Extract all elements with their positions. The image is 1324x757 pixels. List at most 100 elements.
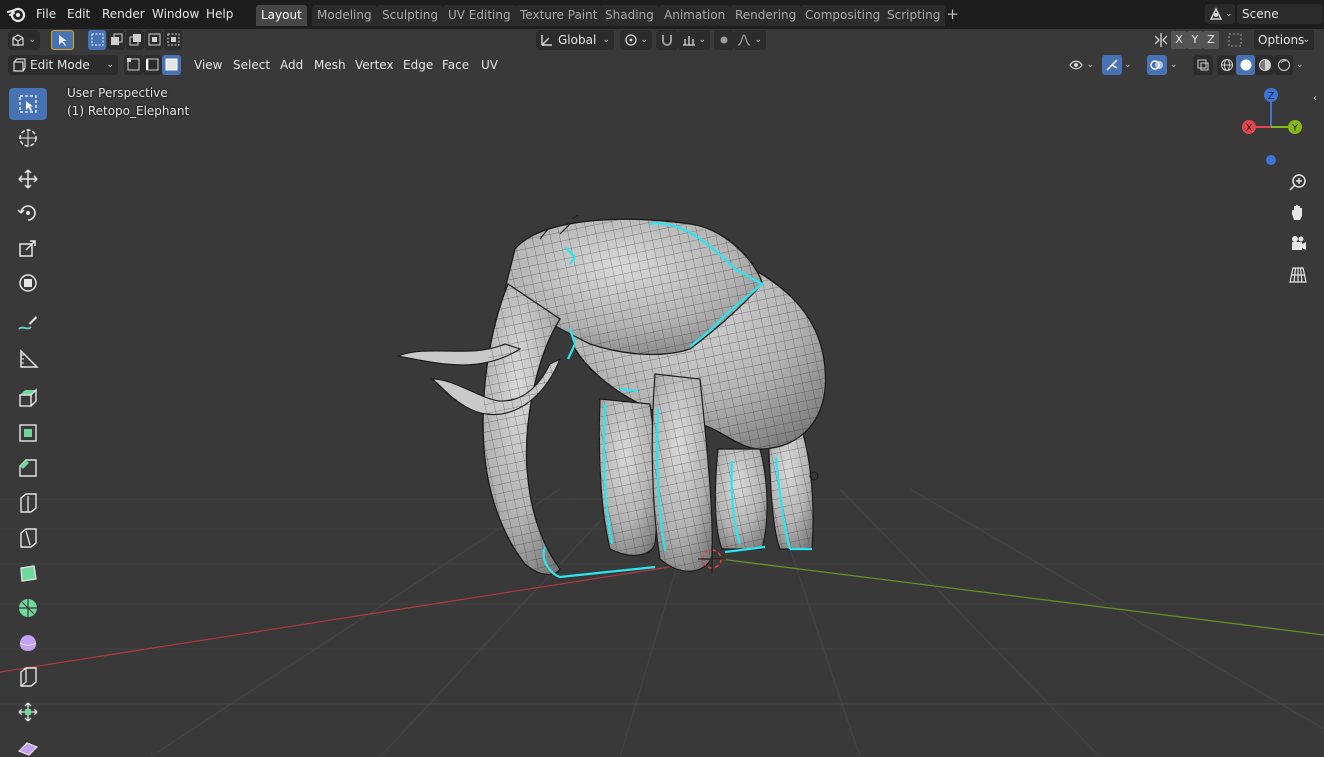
- menu-face[interactable]: Face: [437, 55, 474, 75]
- menu-file[interactable]: File: [32, 5, 60, 23]
- menu-vertex[interactable]: Vertex: [350, 55, 399, 75]
- select-mode-extend-button[interactable]: [107, 30, 125, 50]
- shading-rendered-button[interactable]: [1274, 55, 1293, 75]
- tab-rendering[interactable]: Rendering: [730, 5, 802, 26]
- top-bar: File Edit Render Window Help Layout Mode…: [0, 0, 1324, 29]
- tab-modeling[interactable]: Modeling: [312, 5, 377, 26]
- face-select-mode-button[interactable]: [162, 55, 181, 75]
- chevron-down-icon[interactable]: ⌄: [1124, 55, 1132, 75]
- tool-scale[interactable]: [9, 232, 47, 264]
- tool-poly-build[interactable]: [9, 557, 47, 589]
- overlays-toggle-button[interactable]: [1147, 55, 1167, 75]
- menu-help[interactable]: Help: [202, 5, 237, 23]
- loop-cut-icon: [20, 493, 37, 513]
- tab-uv-editing[interactable]: UV Editing: [443, 5, 516, 26]
- proportional-editing-button[interactable]: [714, 30, 734, 50]
- menu-edge[interactable]: Edge: [398, 55, 438, 75]
- tool-edge-slide[interactable]: [9, 661, 47, 693]
- select-mode-intersect-button[interactable]: [164, 30, 182, 50]
- blender-logo-icon[interactable]: [7, 5, 27, 23]
- shading-material-button[interactable]: [1255, 55, 1274, 75]
- tab-scripting[interactable]: Scripting: [882, 5, 946, 26]
- mirror-x-toggle[interactable]: X: [1171, 31, 1187, 49]
- tool-rotate[interactable]: [9, 197, 47, 229]
- chevron-down-icon: ⌄: [698, 35, 706, 45]
- tool-inset-faces[interactable]: [9, 417, 47, 449]
- falloff-curve-icon: [737, 34, 751, 46]
- tab-shading[interactable]: Shading: [600, 5, 659, 26]
- pan-button[interactable]: [1285, 200, 1311, 226]
- view-name-label: User Perspective: [67, 86, 168, 100]
- shading-solid-button[interactable]: [1236, 55, 1255, 75]
- elephant-mesh[interactable]: [395, 214, 827, 579]
- menu-view[interactable]: View: [189, 55, 227, 75]
- tool-select-box[interactable]: [9, 88, 47, 120]
- topology-mirror-icon[interactable]: [1226, 31, 1244, 49]
- scene-name-field[interactable]: Scene: [1237, 4, 1323, 24]
- options-dropdown[interactable]: Options ⌄: [1254, 30, 1314, 50]
- editor-type-dropdown[interactable]: ⌄: [8, 30, 40, 50]
- tool-bevel[interactable]: [9, 452, 47, 484]
- cursor-arrow-icon: [59, 35, 67, 46]
- tab-sculpting[interactable]: Sculpting: [377, 5, 444, 26]
- tool-extrude-region[interactable]: [9, 382, 47, 414]
- tool-transform[interactable]: [9, 267, 47, 299]
- camera-view-button[interactable]: [1285, 231, 1311, 257]
- tab-layout[interactable]: Layout: [256, 5, 307, 26]
- tool-knife[interactable]: [9, 522, 47, 554]
- menu-uv[interactable]: UV: [476, 55, 503, 75]
- tool-annotate[interactable]: [9, 308, 47, 340]
- perspective-toggle-button[interactable]: [1285, 262, 1311, 288]
- menu-window[interactable]: Window: [148, 5, 203, 23]
- visibility-dropdown[interactable]: ⌄: [1066, 55, 1098, 75]
- menu-render[interactable]: Render: [98, 5, 149, 23]
- vertex-select-mode-button[interactable]: [124, 55, 143, 75]
- gizmo-toggle-button[interactable]: [1102, 55, 1122, 75]
- material-sphere-icon: [1259, 59, 1271, 71]
- inset-faces-icon: [19, 424, 37, 442]
- xray-toggle-button[interactable]: [1193, 55, 1213, 75]
- tool-shrink-fatten[interactable]: [9, 696, 47, 728]
- shading-wireframe-button[interactable]: [1217, 55, 1236, 75]
- menu-edit[interactable]: Edit: [63, 5, 94, 23]
- gizmo-x-label: X: [1246, 123, 1253, 134]
- chevron-down-icon[interactable]: ⌄: [1170, 55, 1178, 75]
- select-mode-invert-button[interactable]: [145, 30, 163, 50]
- mirror-y-toggle[interactable]: Y: [1187, 31, 1203, 49]
- tool-loop-cut[interactable]: [9, 487, 47, 519]
- tool-move[interactable]: [9, 163, 47, 195]
- scene-selector-button[interactable]: ⌄: [1205, 4, 1235, 24]
- mode-dropdown[interactable]: Edit Mode ⌄: [8, 55, 118, 75]
- tab-compositing[interactable]: Compositing: [800, 5, 886, 26]
- chevron-down-icon[interactable]: ⌄: [1296, 55, 1304, 75]
- select-tool-header-button[interactable]: [51, 30, 74, 50]
- zoom-button[interactable]: [1285, 169, 1311, 195]
- snap-toggle-button[interactable]: [656, 30, 678, 50]
- select-new-icon: [91, 33, 104, 46]
- tab-texture-paint[interactable]: Texture Paint: [515, 5, 603, 26]
- viewport-scene[interactable]: [0, 29, 1324, 757]
- proportional-falloff-dropdown[interactable]: ⌄: [734, 30, 766, 50]
- tool-shear[interactable]: [9, 730, 47, 756]
- menu-mesh[interactable]: Mesh: [309, 55, 351, 75]
- chevron-down-icon: ⌄: [1086, 60, 1094, 70]
- mirror-z-toggle[interactable]: Z: [1203, 31, 1219, 49]
- tab-animation[interactable]: Animation: [659, 5, 731, 26]
- pivot-point-dropdown[interactable]: ⌄: [620, 30, 652, 50]
- tool-smooth[interactable]: [9, 626, 47, 658]
- navigation-gizmo[interactable]: Z Y X: [1237, 86, 1307, 166]
- menu-select[interactable]: Select: [228, 55, 275, 75]
- scale-icon: [19, 240, 36, 257]
- select-mode-subtract-button[interactable]: [126, 30, 144, 50]
- add-workspace-icon[interactable]: +: [945, 7, 960, 22]
- edge-select-mode-button[interactable]: [143, 55, 162, 75]
- sidebar-toggle-icon[interactable]: ‹: [1313, 93, 1317, 104]
- tool-cursor[interactable]: [9, 122, 47, 154]
- transform-orientation-dropdown[interactable]: Global ⌄: [536, 30, 614, 50]
- 3d-viewport[interactable]: ⌄ Global ⌄ ⌄ ⌄ ⌄ X Y Z Options ⌄ Edit Mo…: [0, 29, 1324, 757]
- tool-spin[interactable]: [9, 592, 47, 624]
- snap-target-dropdown[interactable]: ⌄: [678, 30, 710, 50]
- tool-measure[interactable]: [9, 343, 47, 375]
- menu-add[interactable]: Add: [275, 55, 308, 75]
- select-mode-new-button[interactable]: [88, 30, 106, 50]
